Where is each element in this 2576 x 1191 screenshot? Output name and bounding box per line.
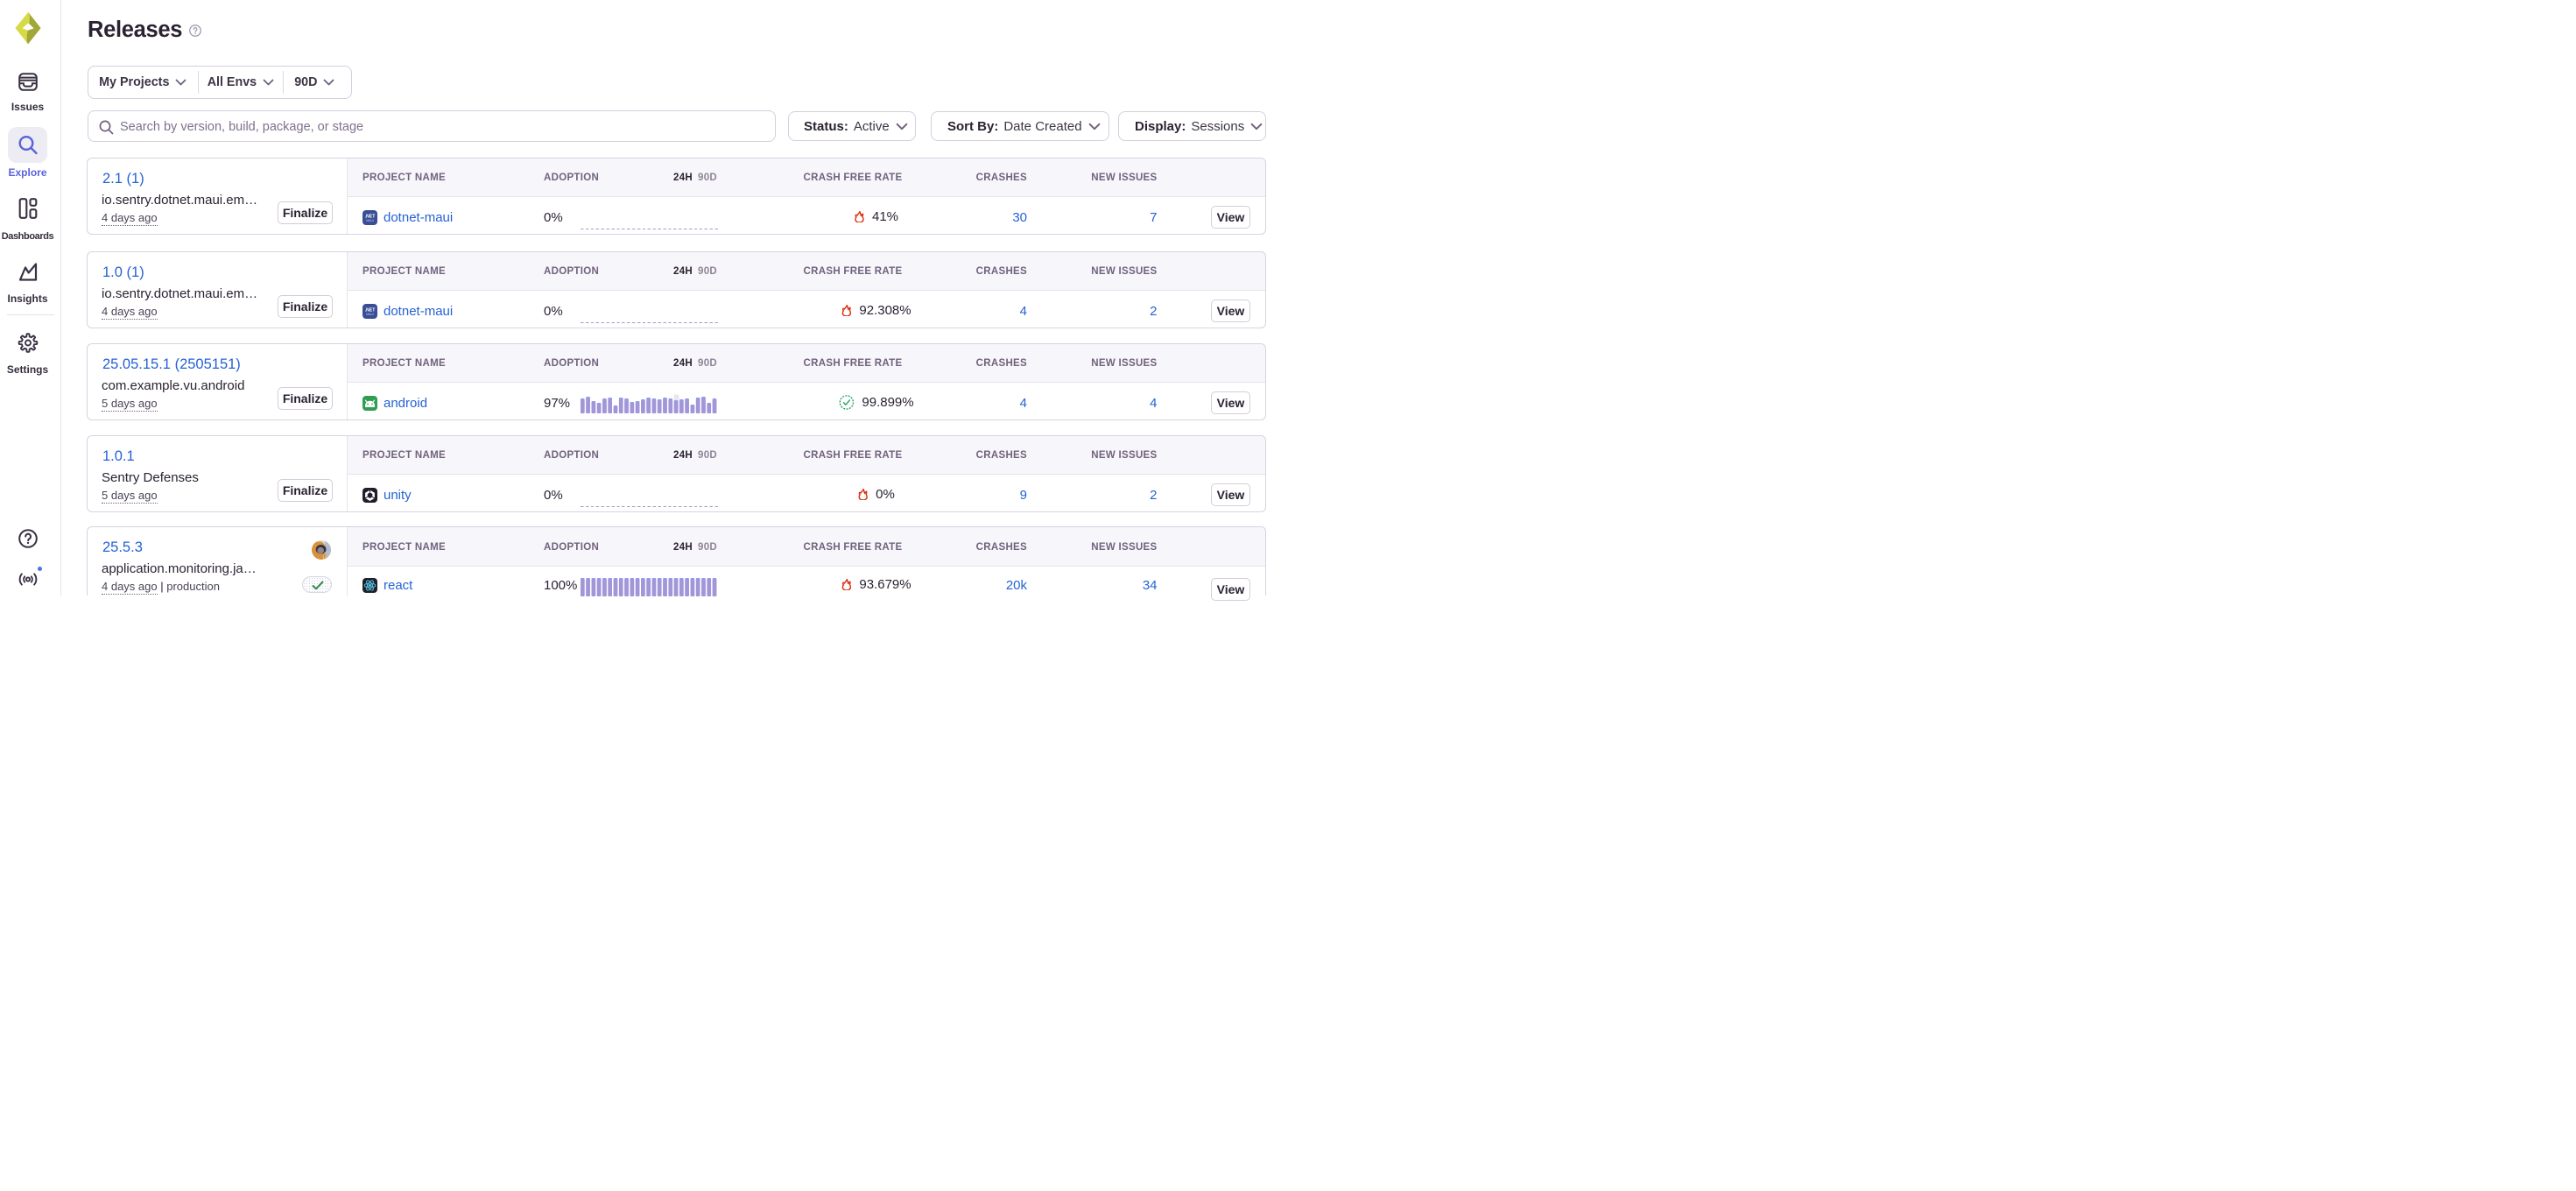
svg-text:MAUI: MAUI [366,219,374,222]
svg-text:MAUI: MAUI [366,313,374,316]
